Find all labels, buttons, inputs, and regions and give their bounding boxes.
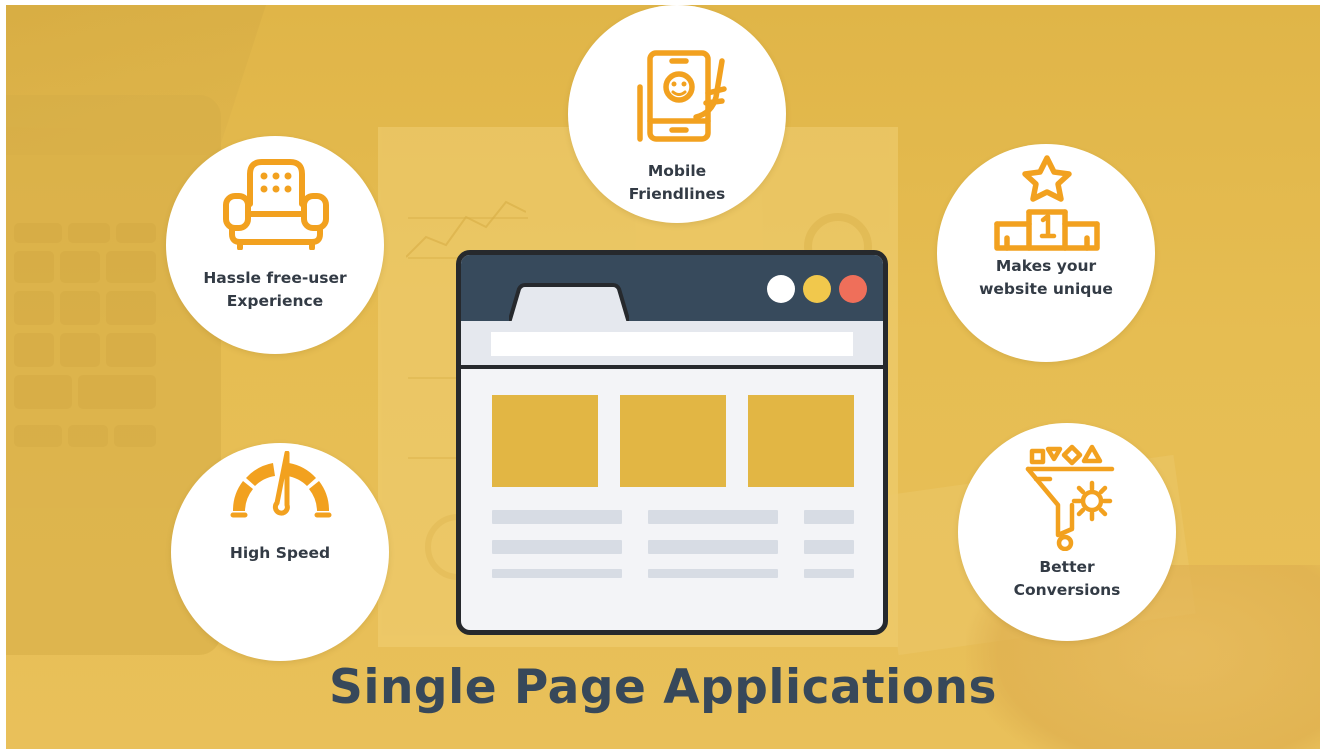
text-line-placeholder <box>804 510 854 524</box>
feature-website-unique: Makes your website unique <box>937 144 1155 362</box>
browser-window-illustration <box>456 250 888 635</box>
text-line-placeholder <box>492 510 622 524</box>
text-line-placeholder <box>648 540 778 554</box>
feature-better-conversions: Better Conversions <box>958 423 1176 641</box>
feature-label-speed: High Speed <box>229 544 331 562</box>
browser-title-bar <box>461 255 883 323</box>
funnel-gear-icon <box>1025 444 1115 551</box>
text-line-placeholder <box>492 540 622 554</box>
podium-star-icon <box>994 155 1100 251</box>
browser-tab <box>509 283 629 323</box>
feature-high-speed: High Speed <box>171 443 389 661</box>
window-dot-red <box>839 275 867 303</box>
content-card <box>748 395 854 487</box>
text-line-placeholder <box>648 569 778 578</box>
text-line-placeholder <box>804 569 854 578</box>
feature-mobile-friendliness: Mobile Friendlines <box>568 5 786 223</box>
window-dot-white <box>767 275 795 303</box>
browser-address-bar <box>461 321 883 369</box>
content-card <box>620 395 726 487</box>
feature-hassle-free-experience: Hassle free-user Experience <box>166 136 384 354</box>
content-card <box>492 395 598 487</box>
infographic-canvas: Hassle free-user Experience Mobile Frien… <box>6 5 1320 749</box>
feature-label-conversions: Better Conversions <box>1013 558 1121 599</box>
page-title: Single Page Applications <box>329 660 997 715</box>
text-line-placeholder <box>804 540 854 554</box>
feature-label-unique: Makes your website unique <box>979 257 1113 298</box>
address-field <box>491 332 853 356</box>
speedometer-icon <box>230 451 332 518</box>
feature-label-mobile: Mobile Friendlines <box>628 162 726 203</box>
window-dot-yellow <box>803 275 831 303</box>
text-line-placeholder <box>492 569 622 578</box>
feature-label-hassle: Hassle free-user Experience <box>203 269 347 310</box>
smartphone-hand-icon <box>637 50 727 142</box>
text-line-placeholder <box>648 510 778 524</box>
armchair-icon <box>223 159 329 250</box>
